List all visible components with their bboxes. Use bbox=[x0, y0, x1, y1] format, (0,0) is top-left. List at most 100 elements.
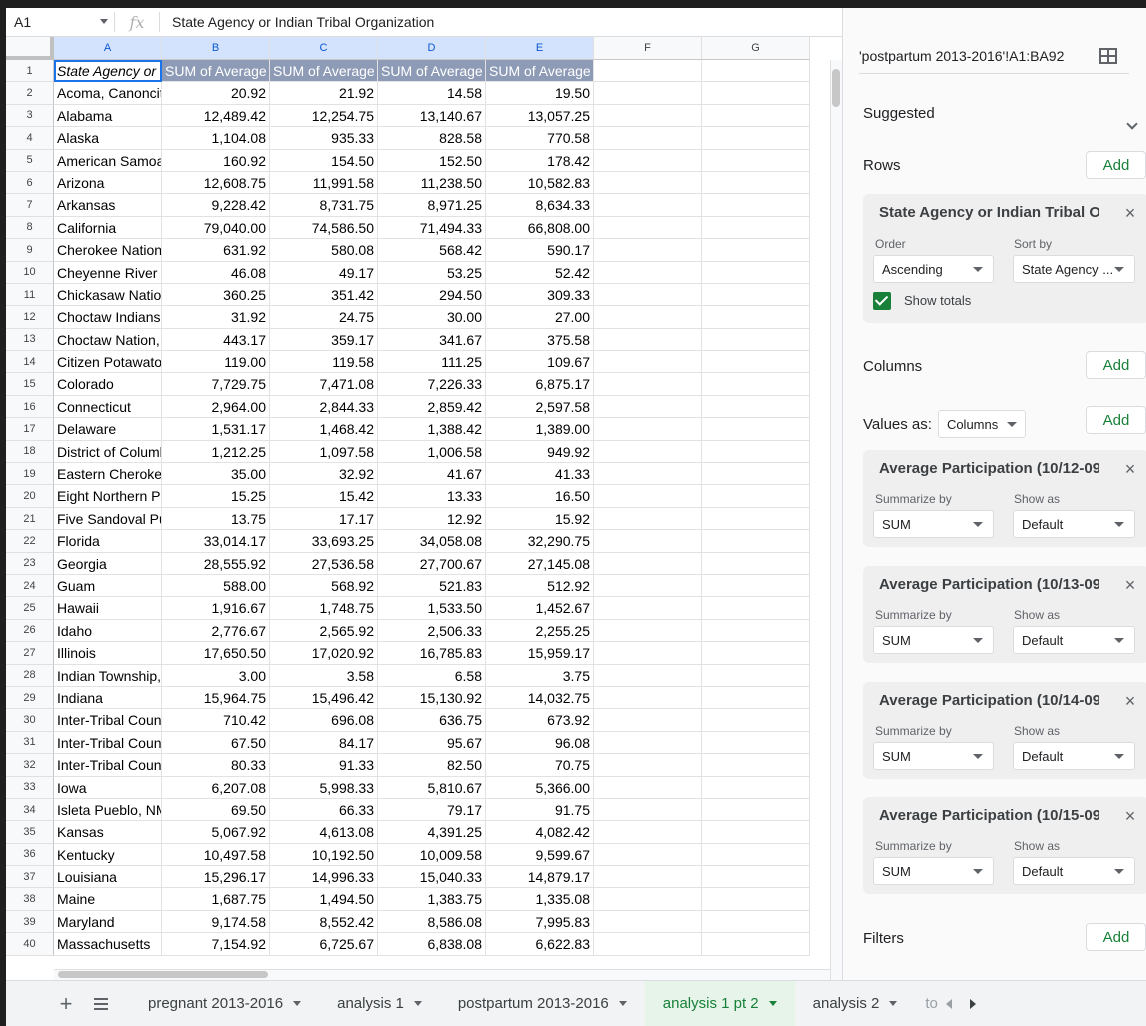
add-column-button[interactable]: Add bbox=[1086, 351, 1146, 379]
value-cell[interactable]: 35.00 bbox=[162, 463, 270, 486]
row-number[interactable]: 1 bbox=[6, 60, 54, 83]
value-cell[interactable]: 1,335.08 bbox=[486, 888, 594, 911]
value-cell[interactable]: 15,959.17 bbox=[486, 642, 594, 665]
value-cell[interactable]: 8,552.42 bbox=[270, 910, 378, 934]
column-header-c[interactable]: C bbox=[270, 37, 378, 60]
value-cell[interactable]: 696.08 bbox=[270, 709, 378, 732]
value-cell[interactable]: 12,489.42 bbox=[162, 104, 270, 128]
value-cell[interactable]: 119.00 bbox=[162, 351, 270, 374]
value-cell[interactable]: 109.67 bbox=[486, 351, 594, 374]
column-header-g[interactable]: G bbox=[702, 37, 810, 60]
summarize-by-select[interactable]: SUM bbox=[873, 510, 994, 538]
value-cell[interactable]: 11,238.50 bbox=[378, 171, 486, 195]
value-cell[interactable]: 12,608.75 bbox=[162, 171, 270, 195]
empty-cell[interactable] bbox=[594, 60, 702, 83]
row-number[interactable]: 14 bbox=[6, 351, 54, 374]
value-cell[interactable]: 5,810.67 bbox=[378, 776, 486, 799]
tab-menu-caret-icon[interactable] bbox=[768, 1001, 777, 1006]
add-sheet-icon[interactable]: + bbox=[46, 991, 86, 1017]
value-cell[interactable]: 1,389.00 bbox=[486, 418, 594, 441]
value-cell[interactable]: 7,154.92 bbox=[162, 933, 270, 956]
label-cell[interactable]: Florida bbox=[54, 530, 162, 553]
value-cell[interactable]: 375.58 bbox=[486, 328, 594, 352]
empty-cell[interactable] bbox=[594, 507, 702, 531]
row-number[interactable]: 25 bbox=[6, 597, 54, 620]
sheet-tab[interactable]: analysis 2 bbox=[795, 981, 916, 1026]
value-cell[interactable]: 1,006.58 bbox=[378, 440, 486, 464]
empty-cell[interactable] bbox=[702, 530, 810, 553]
label-cell[interactable]: Inter-Tribal Council, AZ bbox=[54, 709, 162, 732]
value-cell[interactable]: 10,582.83 bbox=[486, 171, 594, 195]
empty-cell[interactable] bbox=[702, 754, 810, 777]
value-cell[interactable]: 119.58 bbox=[270, 351, 378, 374]
value-cell[interactable]: 360.25 bbox=[162, 283, 270, 307]
label-cell[interactable]: Eight Northern Pueblos, NM bbox=[54, 485, 162, 508]
value-cell[interactable]: 13,140.67 bbox=[378, 104, 486, 128]
empty-cell[interactable] bbox=[702, 574, 810, 598]
scroll-tabs-left-icon[interactable] bbox=[945, 998, 952, 1009]
value-cell[interactable]: 7,226.33 bbox=[378, 373, 486, 396]
value-cell[interactable]: 7,729.75 bbox=[162, 373, 270, 396]
empty-cell[interactable] bbox=[702, 418, 810, 441]
row-number[interactable]: 26 bbox=[6, 619, 54, 643]
label-cell[interactable]: District of Columbia bbox=[54, 440, 162, 464]
add-value-button[interactable]: Add bbox=[1086, 406, 1146, 434]
value-cell[interactable]: 15,964.75 bbox=[162, 686, 270, 710]
horizontal-scroll-thumb[interactable] bbox=[58, 971, 268, 978]
sheet-tab[interactable]: analysis 1 bbox=[319, 981, 440, 1026]
value-cell[interactable]: 30.00 bbox=[378, 306, 486, 329]
empty-cell[interactable] bbox=[702, 664, 810, 687]
value-cell[interactable]: 52.42 bbox=[486, 261, 594, 284]
row-number[interactable]: 13 bbox=[6, 328, 54, 352]
value-cell[interactable]: 1,468.42 bbox=[270, 418, 378, 441]
row-number[interactable]: 33 bbox=[6, 776, 54, 799]
value-cell[interactable]: 15.92 bbox=[486, 507, 594, 531]
label-cell[interactable]: Kentucky bbox=[54, 843, 162, 867]
empty-cell[interactable] bbox=[594, 619, 702, 643]
value-cell[interactable]: 2,964.00 bbox=[162, 395, 270, 419]
value-cell[interactable]: 15,296.17 bbox=[162, 866, 270, 889]
value-cell[interactable]: 178.42 bbox=[486, 149, 594, 172]
value-cell[interactable]: 15,040.33 bbox=[378, 866, 486, 889]
value-cell[interactable]: 9,228.42 bbox=[162, 194, 270, 217]
value-cell[interactable]: 4,082.42 bbox=[486, 821, 594, 844]
value-cell[interactable]: 41.33 bbox=[486, 463, 594, 486]
value-cell[interactable]: 34,058.08 bbox=[378, 530, 486, 553]
scroll-tabs-right-icon[interactable] bbox=[969, 998, 976, 1009]
empty-cell[interactable] bbox=[702, 866, 810, 889]
value-cell[interactable]: 309.33 bbox=[486, 283, 594, 307]
pivot-range-field[interactable]: 'postpartum 2013-2016'!A1:BA92 bbox=[859, 38, 1129, 74]
name-box-dropdown-icon[interactable] bbox=[100, 19, 108, 24]
value-cell[interactable]: 74,586.50 bbox=[270, 216, 378, 240]
row-number[interactable]: 9 bbox=[6, 239, 54, 262]
close-icon[interactable]: × bbox=[1123, 204, 1137, 222]
row-number[interactable]: 4 bbox=[6, 127, 54, 150]
summarize-by-select[interactable]: SUM bbox=[873, 857, 994, 885]
row-number[interactable]: 12 bbox=[6, 306, 54, 329]
sheet-tab[interactable]: pregnant 2013-2016 bbox=[130, 981, 319, 1026]
column-header-e[interactable]: E bbox=[486, 37, 594, 60]
value-cell[interactable]: 5,067.92 bbox=[162, 821, 270, 844]
empty-cell[interactable] bbox=[594, 686, 702, 710]
name-box[interactable]: A1 bbox=[6, 8, 114, 36]
value-cell[interactable]: 33,693.25 bbox=[270, 530, 378, 553]
value-cell[interactable]: 2,597.58 bbox=[486, 395, 594, 419]
value-cell[interactable]: 16,785.83 bbox=[378, 642, 486, 665]
label-cell[interactable]: Cherokee Nation, OK bbox=[54, 239, 162, 262]
value-cell[interactable]: 1,097.58 bbox=[270, 440, 378, 464]
value-cell[interactable]: 28,555.92 bbox=[162, 552, 270, 575]
order-select[interactable]: Ascending bbox=[873, 255, 994, 283]
tab-menu-caret-icon[interactable] bbox=[618, 1001, 627, 1006]
empty-cell[interactable] bbox=[702, 843, 810, 867]
empty-cell[interactable] bbox=[702, 888, 810, 911]
label-cell[interactable]: Eastern Cherokee, NC bbox=[54, 463, 162, 486]
empty-cell[interactable] bbox=[702, 328, 810, 352]
empty-cell[interactable] bbox=[594, 261, 702, 284]
row-number[interactable]: 29 bbox=[6, 686, 54, 710]
row-number[interactable]: 36 bbox=[6, 843, 54, 867]
row-number[interactable]: 6 bbox=[6, 171, 54, 195]
empty-cell[interactable] bbox=[594, 910, 702, 934]
value-cell[interactable]: 2,859.42 bbox=[378, 395, 486, 419]
value-cell[interactable]: 1,531.17 bbox=[162, 418, 270, 441]
row-number[interactable]: 38 bbox=[6, 888, 54, 911]
